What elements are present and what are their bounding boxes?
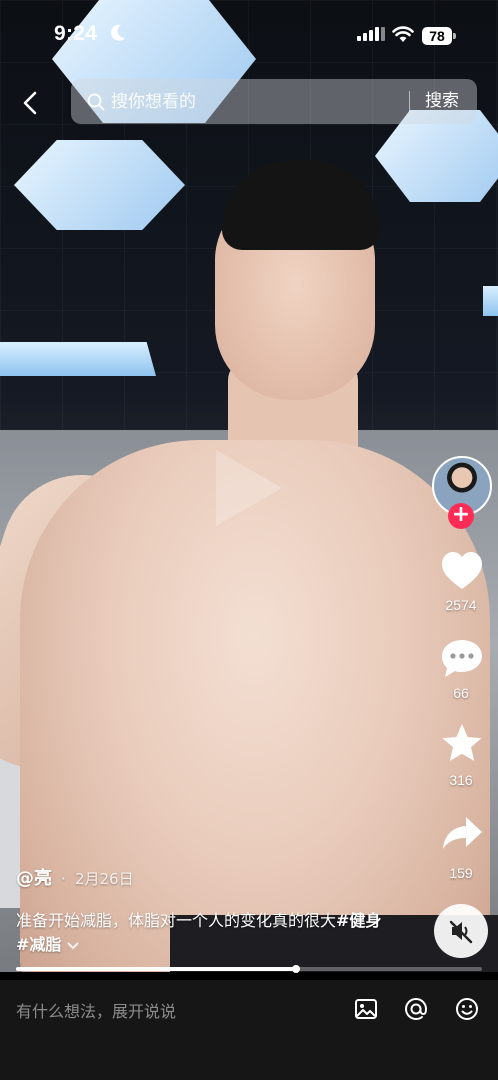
image-icon[interactable] (352, 995, 380, 1023)
favorite-count: 316 (449, 772, 473, 788)
hashtag[interactable]: #减脂 (16, 935, 61, 954)
description-text: 准备开始减脂，体脂对一个人的变化真的很大 (16, 911, 337, 930)
comment-icon[interactable] (430, 637, 494, 681)
moon-icon (110, 24, 125, 41)
video-progress-knob[interactable] (291, 965, 300, 973)
search-divider (409, 91, 410, 112)
video-player[interactable] (0, 0, 498, 972)
heart-icon[interactable] (430, 548, 494, 592)
search-button[interactable]: 搜索 (425, 79, 459, 124)
play-icon[interactable] (216, 450, 282, 526)
post-meta: @亮 · 2月26日 (16, 864, 134, 890)
share-arrow-icon[interactable] (430, 814, 494, 854)
comment-bar (0, 980, 498, 1080)
battery-indicator: 78 (422, 27, 452, 45)
comment-input[interactable] (16, 996, 316, 1026)
speaker-muted-icon (449, 920, 473, 944)
chevron-down-icon[interactable] (67, 941, 79, 951)
author-name[interactable]: @亮 (16, 868, 52, 889)
wifi-icon (392, 26, 414, 42)
video-progress-fill (16, 967, 296, 971)
video-feed-screen: 9:24 78 搜索 + 2574 (0, 0, 498, 1080)
post-date: 2月26日 (74, 870, 134, 888)
search-bar[interactable]: 搜索 (71, 79, 477, 124)
like-count: 2574 (445, 597, 477, 613)
battery-tip (453, 33, 456, 39)
status-time: 9:24 (54, 22, 98, 45)
share-count: 159 (449, 865, 473, 881)
back-arrow-icon[interactable] (14, 86, 48, 120)
search-input[interactable] (111, 79, 401, 124)
video-progress-bar[interactable] (16, 965, 482, 973)
mute-button[interactable] (434, 904, 488, 958)
follow-plus-button[interactable]: + (448, 503, 474, 529)
ceiling-light (483, 286, 498, 316)
cellular-signal-icon (357, 27, 385, 41)
comment-count: 66 (453, 685, 469, 701)
post-date-separator: · (61, 870, 66, 888)
star-icon[interactable] (430, 722, 494, 766)
status-bar: 9:24 78 (0, 0, 498, 70)
ceiling-light (0, 342, 156, 376)
emoji-icon[interactable] (453, 995, 481, 1023)
hashtag[interactable]: #健身 (336, 911, 381, 930)
at-mention-icon[interactable] (402, 995, 430, 1023)
search-icon (87, 93, 105, 111)
post-description[interactable]: 准备开始减脂，体脂对一个人的变化真的很大#健身 #减脂 (16, 909, 396, 957)
